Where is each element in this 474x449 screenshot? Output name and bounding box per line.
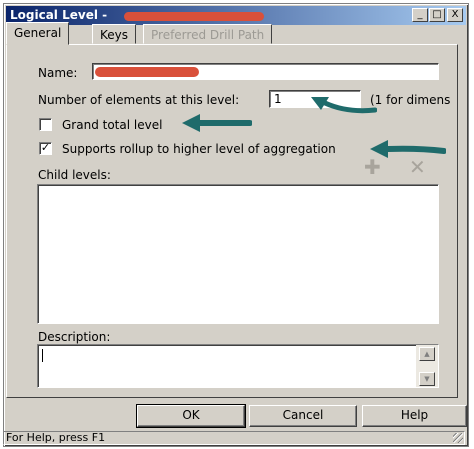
grand-total-checkbox[interactable]: [39, 118, 52, 131]
window-title: Logical Level -: [10, 8, 108, 22]
resize-grip-icon[interactable]: [453, 433, 463, 443]
plus-icon[interactable]: ✚: [364, 157, 381, 177]
title-redaction-mark: [124, 12, 264, 21]
description-label: Description:: [38, 330, 111, 344]
rollup-checkbox[interactable]: ✓: [39, 142, 52, 155]
scroll-up-icon[interactable]: ▲: [419, 347, 435, 361]
arrow-icon: [182, 114, 252, 132]
name-label: Name:: [38, 66, 78, 80]
child-levels-label: Child levels:: [38, 168, 111, 182]
name-redaction-mark: [95, 67, 199, 77]
description-scrollbar[interactable]: ▲ ▼: [416, 345, 438, 387]
minimize-button[interactable]: _: [412, 8, 428, 22]
rollup-label: Supports rollup to higher level of aggre…: [62, 142, 336, 156]
tab-preferred-drill-path-label: Preferred Drill Path: [151, 28, 265, 42]
tab-general[interactable]: General: [6, 22, 70, 45]
elements-hint: (1 for dimens: [370, 93, 451, 107]
tab-general-label: General: [14, 26, 62, 40]
status-bar: For Help, press F1: [3, 431, 465, 445]
arrow-icon: [311, 97, 377, 114]
maximize-button[interactable]: □: [429, 8, 445, 22]
description-textarea[interactable]: ▲ ▼: [37, 344, 439, 388]
child-levels-list[interactable]: [37, 184, 439, 324]
status-text: For Help, press F1: [6, 431, 106, 444]
tab-keys[interactable]: Keys: [92, 24, 137, 44]
tab-keys-label: Keys: [100, 28, 129, 42]
cancel-button[interactable]: Cancel: [249, 405, 357, 427]
help-button[interactable]: Help: [362, 405, 467, 427]
title-bar[interactable]: Logical Level - _ □ X: [6, 6, 466, 25]
delete-icon[interactable]: ✕: [409, 157, 426, 177]
elements-label: Number of elements at this level:: [38, 93, 240, 107]
close-button[interactable]: X: [447, 8, 463, 22]
grand-total-label: Grand total level: [62, 118, 163, 132]
tab-preferred-drill-path[interactable]: Preferred Drill Path: [143, 24, 273, 44]
scroll-down-icon[interactable]: ▼: [419, 372, 435, 386]
text-caret: [42, 349, 43, 362]
ok-button[interactable]: OK: [136, 404, 246, 428]
